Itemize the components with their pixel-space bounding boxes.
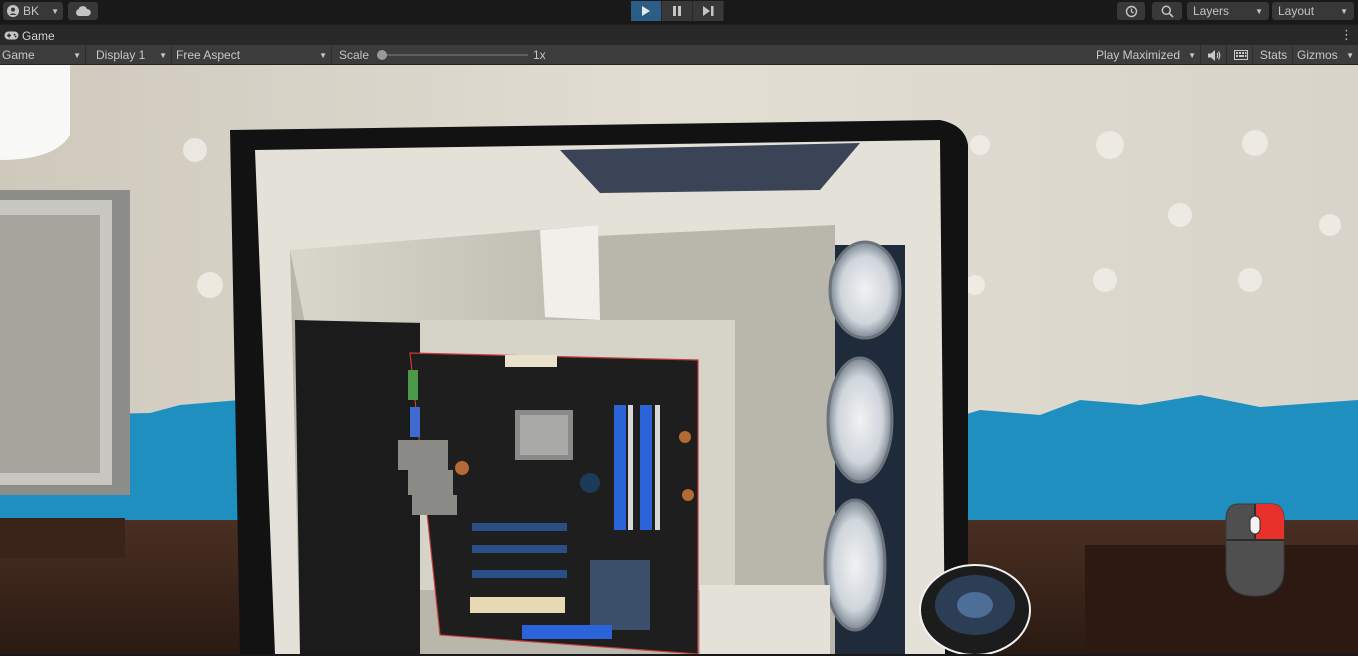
play-controls	[631, 1, 724, 21]
chevron-down-icon: ▼	[1346, 50, 1354, 60]
wall-paint-band-right	[930, 395, 1358, 535]
account-label: BK	[23, 4, 40, 18]
motherboard	[398, 352, 699, 654]
pause-icon	[673, 6, 681, 16]
step-icon	[702, 6, 713, 16]
aspect-dropdown[interactable]: Free Aspect ▼	[172, 45, 332, 65]
game-scene	[0, 65, 1358, 654]
tab-bar: Game ⋮	[0, 24, 1358, 46]
desk-left-block	[0, 518, 125, 558]
scale-slider-handle[interactable]	[377, 50, 387, 60]
chevron-down-icon: ▼	[51, 6, 59, 16]
chevron-down-icon: ▼	[159, 50, 167, 60]
layers-dropdown[interactable]: Layers ▼	[1187, 2, 1269, 20]
chevron-down-icon: ▼	[1340, 6, 1348, 16]
cloud-button[interactable]	[68, 2, 98, 20]
tab-game[interactable]: Game	[0, 25, 58, 46]
history-icon	[1125, 5, 1137, 17]
cloud-icon	[76, 6, 91, 16]
tab-game-label: Game	[22, 28, 55, 43]
chevron-down-icon: ▼	[319, 50, 327, 60]
gizmos-dropdown[interactable]: Gizmos ▼	[1295, 45, 1358, 65]
pc-case-back-panel	[295, 320, 420, 654]
gizmos-label: Gizmos	[1297, 48, 1338, 62]
aspect-dropdown-label: Free Aspect	[176, 48, 241, 62]
mute-audio-button[interactable]	[1203, 45, 1227, 65]
keyboard-icon	[1233, 50, 1248, 60]
stats-label: Stats	[1259, 48, 1288, 62]
search-icon	[1161, 5, 1174, 18]
game-control-bar: Game ▼ Display 1 ▼ Free Aspect ▼ Scale 1…	[0, 45, 1358, 65]
pc-case-top-vent	[560, 143, 860, 193]
layers-label: Layers	[1193, 4, 1230, 18]
account-dropdown[interactable]: BK ▼	[3, 2, 63, 20]
scale-value: 1x	[533, 48, 546, 62]
view-dropdown-label: Game	[2, 48, 35, 62]
chevron-down-icon: ▼	[73, 50, 81, 60]
play-mode-dropdown[interactable]: Play Maximized ▼	[1093, 45, 1201, 65]
monitor-screen	[0, 215, 100, 473]
history-button[interactable]	[1117, 2, 1145, 20]
pause-button[interactable]	[662, 1, 693, 21]
display-dropdown[interactable]: Display 1 ▼	[88, 45, 172, 65]
mouse-right-click-icon	[1225, 503, 1285, 597]
scale-label: Scale	[339, 48, 370, 62]
scale-slider-track[interactable]	[380, 54, 528, 56]
step-button[interactable]	[693, 1, 724, 21]
shortcuts-button[interactable]	[1229, 45, 1253, 65]
drive-cage-cutout	[540, 225, 600, 320]
search-button[interactable]	[1152, 2, 1182, 20]
gamepad-icon	[4, 31, 19, 40]
lamp	[0, 65, 70, 160]
chevron-down-icon: ▼	[1188, 50, 1196, 60]
cpu-cooler	[919, 564, 1031, 654]
main-toolbar: BK ▼ Layers ▼ Layout ▼	[0, 0, 1358, 24]
stats-button[interactable]: Stats	[1255, 45, 1293, 65]
account-icon	[7, 5, 19, 17]
layout-label: Layout	[1278, 4, 1315, 18]
desk-right-block	[1085, 545, 1358, 654]
play-mode-label: Play Maximized	[1096, 48, 1181, 62]
play-icon	[642, 6, 650, 16]
layout-dropdown[interactable]: Layout ▼	[1272, 2, 1354, 20]
chevron-down-icon: ▼	[1255, 6, 1263, 16]
audio-mute-icon	[1208, 49, 1221, 61]
kebab-menu-icon[interactable]: ⋮	[1340, 27, 1353, 43]
game-viewport[interactable]	[0, 65, 1358, 654]
display-dropdown-label: Display 1	[96, 48, 146, 62]
pc-case-foot	[700, 585, 830, 654]
play-button[interactable]	[631, 1, 662, 21]
view-dropdown[interactable]: Game ▼	[0, 45, 86, 65]
